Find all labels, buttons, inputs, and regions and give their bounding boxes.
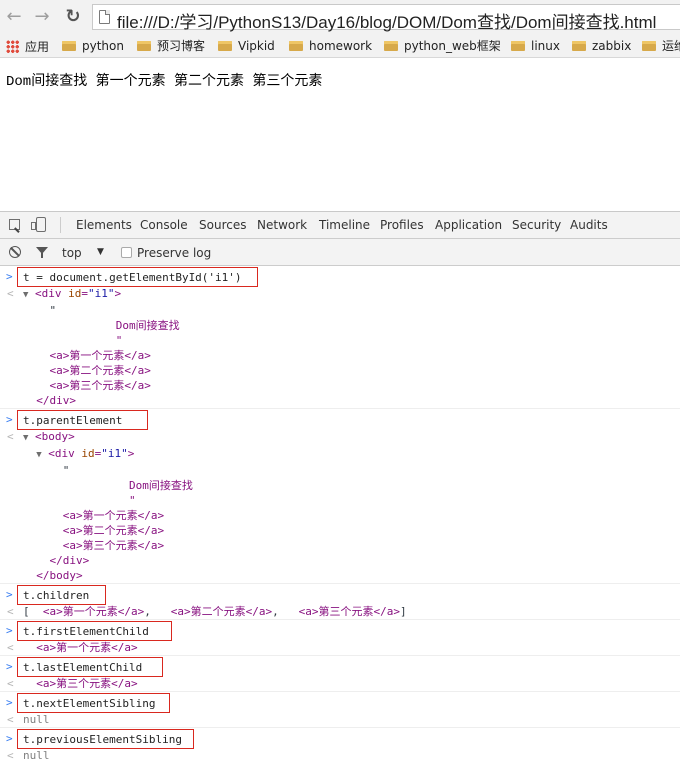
page-body-text: Dom间接查找 第一个元素 第二个元素 第三个元素: [6, 74, 323, 90]
result-arrow-icon: <: [7, 287, 14, 300]
console-entry: > t.previousElementSibling < null: [0, 728, 680, 763]
device-mode-icon[interactable]: [31, 217, 46, 232]
console-entry: > t.nextElementSibling < null: [0, 692, 680, 728]
result-arrow-icon: <: [7, 641, 14, 654]
bookmark-ops[interactable]: 运维: [642, 38, 680, 54]
console-entry: > t.children <[ <a>第一个元素</a>, <a>第二个元素</…: [0, 584, 680, 620]
bookmark-python-web[interactable]: python_web框架: [384, 38, 501, 54]
prompt-icon: >: [6, 660, 13, 673]
tab-console[interactable]: Console: [140, 218, 188, 232]
filter-icon[interactable]: [36, 247, 48, 258]
tab-application[interactable]: Application: [435, 218, 502, 232]
console-command: t.firstElementChild: [17, 621, 172, 641]
bookmark-zabbix[interactable]: zabbix: [572, 38, 631, 54]
console-entry: > t.firstElementChild < <a>第一个元素</a>: [0, 620, 680, 656]
folder-icon: [511, 41, 525, 51]
console-result: < ▼ <body> ▼ <div id="i1"> " Dom间接查找 " <a…: [7, 430, 193, 582]
prompt-icon: >: [6, 696, 13, 709]
folder-icon: [384, 41, 398, 51]
console-command: t.previousElementSibling: [17, 729, 194, 749]
bookmark-apps[interactable]: 应用: [6, 38, 49, 55]
folder-icon: [572, 41, 586, 51]
bookmarks-bar: 应用 python 预习博客 Vipkid homework python_we…: [0, 34, 680, 58]
console-result: < null: [7, 713, 50, 726]
console-result: < <a>第一个元素</a>: [7, 641, 138, 654]
dropdown-arrow-icon[interactable]: ▼: [97, 247, 104, 257]
folder-icon: [137, 41, 151, 51]
reload-icon[interactable]: ↻: [62, 6, 84, 28]
prompt-icon: >: [6, 732, 13, 745]
prompt-icon: >: [6, 588, 13, 601]
forward-arrow-icon[interactable]: →: [31, 6, 53, 28]
context-selector[interactable]: top: [62, 246, 82, 260]
url-text[interactable]: file:///D:/学习/PythonS13/Day16/blog/DOM/D…: [117, 8, 656, 33]
tab-profiles[interactable]: Profiles: [380, 218, 424, 232]
tab-elements[interactable]: Elements: [76, 218, 132, 232]
prompt-icon: >: [6, 624, 13, 637]
prompt-icon: >: [6, 270, 13, 283]
inspect-element-icon[interactable]: [9, 219, 20, 230]
tab-timeline[interactable]: Timeline: [319, 218, 370, 232]
console-result: < null: [7, 749, 50, 762]
tab-separator: [60, 217, 61, 233]
devtools-panel: Elements Console Sources Network Timelin…: [0, 211, 680, 769]
console-command: t.nextElementSibling: [17, 693, 170, 713]
result-arrow-icon: <: [7, 605, 14, 618]
expand-triangle-icon[interactable]: ▼: [36, 450, 41, 460]
bookmark-python[interactable]: python: [62, 38, 124, 54]
bookmark-vipkid[interactable]: Vipkid: [218, 38, 275, 54]
console-command: t.parentElement: [17, 410, 148, 430]
bookmark-homework[interactable]: homework: [289, 38, 372, 54]
folder-icon: [62, 41, 76, 51]
console-result: < <a>第三个元素</a>: [7, 677, 138, 690]
page-icon: [99, 10, 110, 24]
console-command: t.children: [17, 585, 106, 605]
address-bar[interactable]: file:///D:/学习/PythonS13/Day16/blog/DOM/D…: [92, 4, 680, 33]
bookmark-linux[interactable]: linux: [511, 38, 560, 54]
result-arrow-icon: <: [7, 677, 14, 690]
console-toolbar: top ▼ Preserve log: [0, 239, 680, 266]
tab-security[interactable]: Security: [512, 218, 561, 232]
bookmark-preview-blog[interactable]: 预习博客: [137, 38, 205, 54]
console-entry: > t.lastElementChild < <a>第三个元素</a>: [0, 656, 680, 692]
apps-grid-icon: [6, 40, 19, 53]
back-arrow-icon[interactable]: ←: [3, 6, 25, 28]
browser-toolbar: ← → ↻ file:///D:/学习/PythonS13/Day16/blog…: [0, 0, 680, 34]
console-command: t = document.getElementById('i1'): [17, 267, 258, 287]
expand-triangle-icon[interactable]: ▼: [23, 433, 28, 443]
console-output: > t = document.getElementById('i1') < ▼ <…: [0, 266, 680, 769]
result-arrow-icon: <: [7, 430, 14, 443]
tab-network[interactable]: Network: [257, 218, 307, 232]
folder-icon: [218, 41, 232, 51]
console-command: t.lastElementChild: [17, 657, 163, 677]
result-arrow-icon: <: [7, 713, 14, 726]
console-result: < ▼ <div id="i1"> " Dom间接查找 " <a>第一个元素</a…: [7, 287, 180, 407]
expand-triangle-icon[interactable]: ▼: [23, 290, 28, 300]
prompt-icon: >: [6, 413, 13, 426]
preserve-log-checkbox[interactable]: [121, 247, 132, 258]
tab-audits[interactable]: Audits: [570, 218, 608, 232]
console-entry: > t.parentElement < ▼ <body> ▼ <div id="i…: [0, 409, 680, 584]
folder-icon: [642, 41, 656, 51]
devtools-tab-bar: Elements Console Sources Network Timelin…: [0, 212, 680, 239]
console-entry: > t = document.getElementById('i1') < ▼ <…: [0, 266, 680, 409]
preserve-log-label: Preserve log: [137, 246, 212, 260]
result-arrow-icon: <: [7, 749, 14, 762]
console-result: <[ <a>第一个元素</a>, <a>第二个元素</a>, <a>第三个元素<…: [7, 605, 407, 618]
folder-icon: [289, 41, 303, 51]
clear-console-icon[interactable]: [9, 246, 21, 258]
tab-sources[interactable]: Sources: [199, 218, 246, 232]
